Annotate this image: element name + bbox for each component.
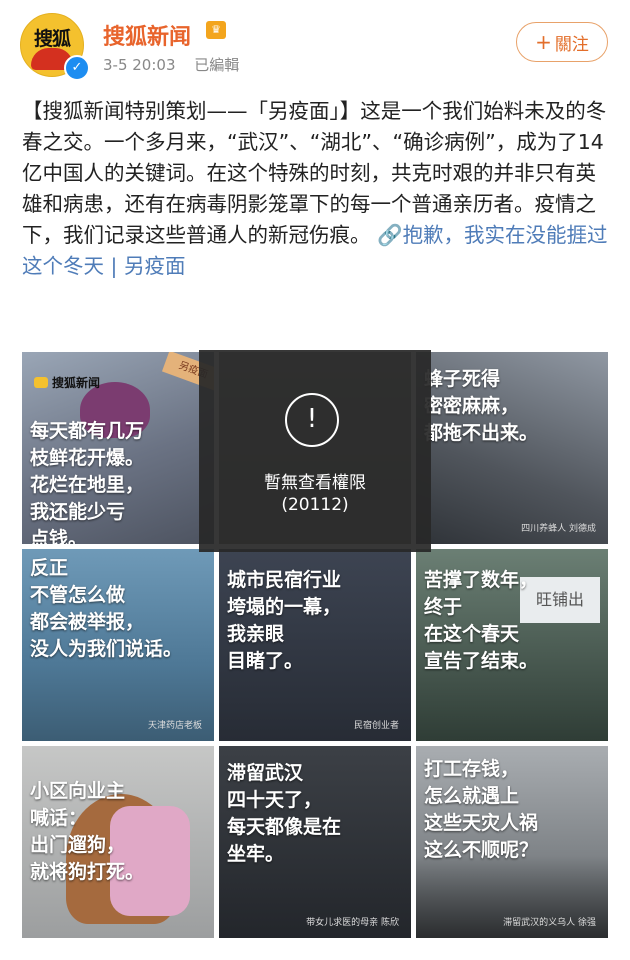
plus-icon: +: [535, 30, 552, 54]
image-tile-8[interactable]: 滞留武汉 四十天了， 每天都像是在 坐牢。 带女儿求医的母亲 陈欣: [219, 746, 411, 938]
username[interactable]: 搜狐新闻: [103, 19, 191, 51]
link-icon: 🔗: [377, 223, 403, 247]
verified-badge-icon: ✓: [64, 55, 90, 81]
tile-credit: 四川养蜂人 刘德成: [521, 524, 596, 534]
tile-caption: 苦撑了数年， 终于 在这个春天 宣告了结束。: [424, 569, 539, 672]
post-header: 搜狐 ✓ 搜狐新闻 ♛ 3-5 20:03 已編輯 + 關注: [0, 0, 630, 90]
vip-crown-icon[interactable]: ♛: [206, 21, 226, 39]
image-tile-5[interactable]: 城市民宿行业 垮塌的一幕， 我亲眼 目睹了。 民宿创业者: [219, 549, 411, 741]
image-tile-7[interactable]: 小区向业主 喊话： 出门遛狗， 就将狗打死。: [22, 746, 214, 938]
tile-caption: 反正 不管怎么做 都会被举报， 没人为我们说话。: [30, 557, 183, 660]
avatar-logo-text: 搜狐: [33, 28, 71, 50]
post-timestamp: 3-5 20:03: [103, 56, 176, 74]
tile-caption: 小区向业主 喊话： 出门遛狗， 就将狗打死。: [30, 780, 145, 883]
warning-icon: !: [285, 393, 339, 447]
tile-brand: 搜狐新闻: [34, 374, 100, 391]
tile-credit: 滞留武汉的义乌人 徐强: [503, 918, 596, 928]
image-tile-4[interactable]: 反正 不管怎么做 都会被举报， 没人为我们说话。 天津药店老板: [22, 549, 214, 741]
error-code: (20112): [281, 495, 349, 515]
topic-link[interactable]: 另疫面: [124, 254, 186, 278]
follow-label: 關注: [554, 34, 589, 55]
image-tile-6[interactable]: 旺铺出 苦撑了数年， 终于 在这个春天 宣告了结束。: [416, 549, 608, 741]
tile-caption: 蜂子死得 密密麻麻， 都拖不出来。: [424, 368, 539, 444]
post-meta: 3-5 20:03 已編輯: [103, 54, 239, 75]
no-permission-overlay: ! 暫無查看權限 (20112): [199, 350, 431, 552]
separator: |: [110, 254, 124, 278]
tile-caption: 滞留武汉 四十天了， 每天都像是在 坐牢。: [227, 762, 342, 865]
tile-caption: 每天都有几万 枝鲜花开爆。 花烂在地里， 我还能少亏 点钱。: [30, 420, 145, 544]
tile-credit: 天津药店老板: [147, 721, 202, 731]
image-tile-9[interactable]: 打工存钱， 怎么就遇上 这些天灾人祸 这么不顺呢？ 滞留武汉的义乌人 徐强: [416, 746, 608, 938]
tile-credit: 带女儿求医的母亲 陈欣: [306, 918, 399, 928]
post-body: 【搜狐新闻特别策划——「另疫面」】这是一个我们始料未及的冬春之交。一个多月来，“…: [22, 96, 610, 282]
image-tile-3[interactable]: 蜂子死得 密密麻麻， 都拖不出来。 四川养蜂人 刘德成: [416, 352, 608, 544]
image-tile-1[interactable]: 搜狐新闻 另疫面 每天都有几万 枝鲜花开爆。 花烂在地里， 我还能少亏 点钱。: [22, 352, 214, 544]
follow-button[interactable]: + 關注: [516, 22, 608, 62]
tile-caption: 城市民宿行业 垮塌的一幕， 我亲眼 目睹了。: [227, 569, 342, 672]
tile-caption: 打工存钱， 怎么就遇上 这些天灾人祸 这么不顺呢？: [424, 758, 539, 861]
permission-message: 暫無查看權限: [264, 473, 366, 493]
edited-label[interactable]: 已編輯: [194, 56, 239, 74]
tile-credit: 民宿创业者: [353, 721, 399, 731]
